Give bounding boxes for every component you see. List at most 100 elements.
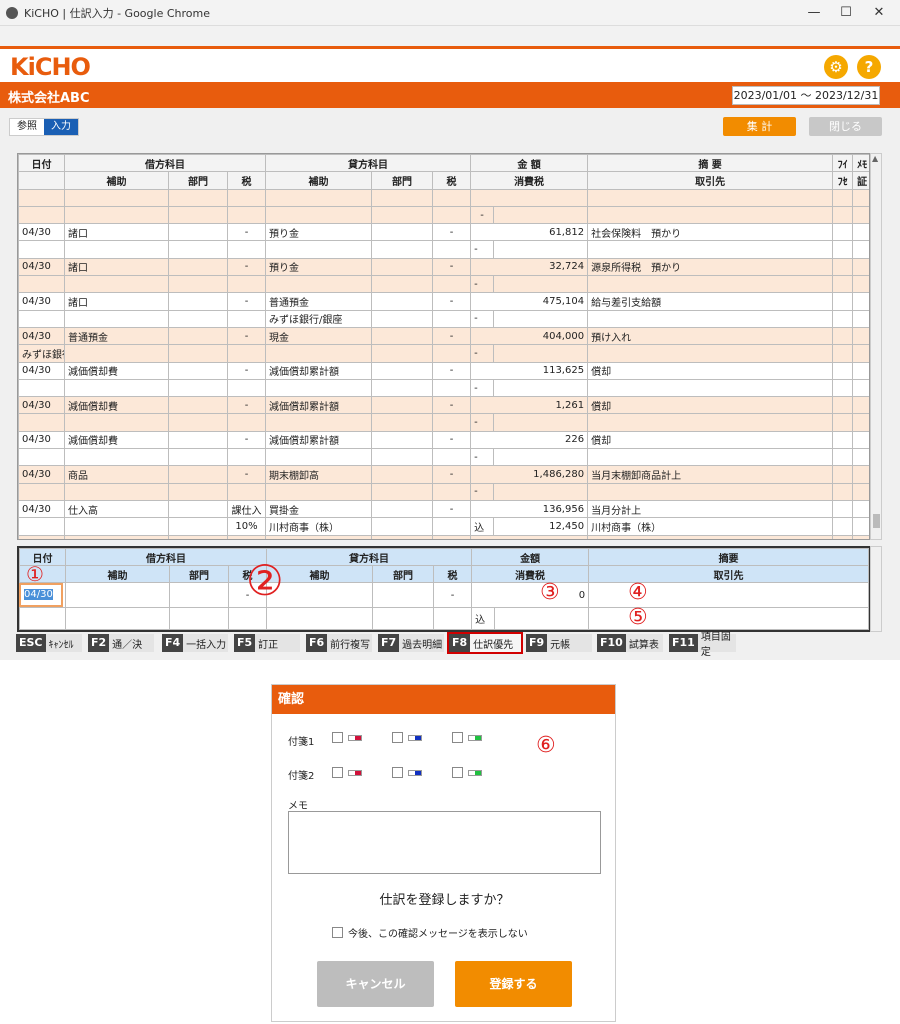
grid-cell[interactable]: 預り金 [265, 223, 373, 242]
grid-cell[interactable]: - [470, 344, 495, 363]
grid-cell[interactable] [18, 188, 65, 207]
grid-cell[interactable] [832, 378, 854, 398]
grid-cell[interactable] [265, 448, 373, 467]
grid-cell[interactable] [168, 517, 228, 536]
table-row[interactable]: 04/30 商品 - 期末棚卸高 -1,486,280 当月末棚卸商品計上 [18, 465, 869, 484]
fkey-f10[interactable]: F10 試算表 [597, 634, 663, 652]
grid-cell[interactable] [493, 309, 589, 328]
grid-cell[interactable]: 社会保険料 預かり [587, 223, 834, 242]
maximize-button[interactable]: ☐ [829, 0, 863, 26]
grid-cell[interactable] [168, 309, 228, 328]
fkey-f7[interactable]: F7 過去明細 [378, 634, 444, 652]
grid-cell[interactable] [832, 499, 854, 519]
grid-cell[interactable] [371, 430, 434, 450]
entry-date-input[interactable]: 04/30 [19, 583, 63, 607]
grid-cell[interactable] [371, 223, 434, 242]
grid-cell[interactable] [64, 205, 169, 225]
grid-cell[interactable] [832, 223, 854, 242]
entry-amount[interactable]: 0 [471, 582, 590, 608]
grid-cell[interactable] [64, 309, 169, 328]
grid-cell[interactable] [587, 448, 834, 467]
grid-cell[interactable]: - [470, 275, 495, 294]
entry-debit-sub[interactable] [65, 607, 170, 630]
grid-cell[interactable] [852, 430, 869, 450]
grid-cell[interactable]: - [432, 292, 472, 311]
grid-cell[interactable] [371, 448, 434, 467]
fkey-f4[interactable]: F4 一括入力 [162, 634, 228, 652]
fkey-f8[interactable]: F8 仕訳優先 [447, 632, 523, 654]
grid-cell[interactable] [832, 188, 854, 207]
grid-cell[interactable] [265, 482, 373, 501]
tag1-red-checkbox[interactable] [332, 732, 343, 743]
grid-cell[interactable] [852, 413, 869, 432]
grid-cell[interactable] [832, 275, 854, 294]
grid-cell[interactable] [832, 413, 854, 432]
grid-cell[interactable] [18, 448, 65, 467]
grid-cell[interactable]: 04/30 [18, 499, 65, 519]
grid-cell[interactable]: 源泉所得税 預かり [587, 257, 834, 277]
grid-cell[interactable]: - [226, 257, 267, 277]
grid-cell[interactable] [852, 257, 869, 277]
grid-cell[interactable] [371, 517, 434, 536]
scroll-up-icon[interactable]: ▲ [872, 154, 878, 163]
grid-cell[interactable] [18, 517, 65, 536]
table-row[interactable]: - [18, 205, 869, 225]
grid-cell[interactable] [226, 344, 267, 363]
grid-cell[interactable] [832, 292, 854, 311]
grid-cell[interactable] [852, 482, 869, 501]
entry-tax-amount[interactable] [494, 607, 590, 630]
grid-cell[interactable] [371, 361, 434, 380]
grid-cell[interactable] [18, 309, 65, 328]
grid-cell[interactable]: 136,956 [470, 499, 589, 519]
grid-cell[interactable] [587, 240, 834, 259]
grid-cell[interactable]: 1,486,280 [470, 465, 589, 484]
grid-cell[interactable]: 減価償却費 [64, 430, 169, 450]
tag1-red[interactable] [332, 732, 362, 743]
grid-cell[interactable] [168, 378, 228, 398]
table-row[interactable]: 04/30 減価償却費 - 減価償却累計額 -1,261 償却 [18, 396, 869, 415]
grid-cell[interactable] [64, 188, 169, 207]
grid-cell[interactable] [832, 205, 854, 225]
grid-cell[interactable] [18, 205, 65, 225]
grid-cell[interactable] [832, 326, 854, 346]
grid-cell[interactable] [371, 257, 434, 277]
table-row[interactable]: - [18, 482, 869, 501]
entry-credit-sub-dept[interactable] [372, 607, 435, 630]
grid-cell[interactable]: 普通預金 [265, 292, 373, 311]
tag1-green-checkbox[interactable] [452, 732, 463, 743]
grid-cell[interactable]: 期末棚卸高 [265, 465, 373, 484]
grid-cell[interactable] [493, 448, 589, 467]
grid-cell[interactable]: 04/30 [18, 257, 65, 277]
grid-cell[interactable]: みずほ銀行/銀座 [265, 309, 373, 328]
grid-cell[interactable]: 普通預金 [64, 326, 169, 346]
grid-cell[interactable]: 当月分計上 [587, 499, 834, 519]
grid-cell[interactable] [852, 448, 869, 467]
grid-cell[interactable]: - [226, 465, 267, 484]
grid-cell[interactable] [852, 465, 869, 484]
grid-cell[interactable]: - [470, 309, 495, 328]
grid-cell[interactable] [168, 326, 228, 346]
grid-cell[interactable]: 113,625 [470, 361, 589, 380]
grid-cell[interactable] [832, 309, 854, 328]
grid-cell[interactable]: - [432, 257, 472, 277]
tag2-blue-checkbox[interactable] [392, 767, 403, 778]
table-row[interactable]: 10% 川村商事（株）込 12,450 川村商事（株） [18, 517, 869, 536]
grid-cell[interactable] [852, 378, 869, 398]
dont-show-checkbox[interactable] [332, 927, 343, 938]
entry-credit-dept[interactable] [372, 582, 435, 608]
grid-cell[interactable] [852, 309, 869, 328]
grid-cell[interactable] [168, 534, 228, 539]
grid-cell[interactable] [432, 482, 472, 501]
grid-cell[interactable] [265, 275, 373, 294]
grid-scrollbar[interactable]: ▲ [870, 153, 882, 540]
fkey-f11[interactable]: F11 項目固定 [669, 632, 736, 658]
grid-cell[interactable] [18, 275, 65, 294]
grid-cell[interactable] [168, 430, 228, 450]
grid-cell[interactable] [168, 413, 228, 432]
grid-cell[interactable] [226, 309, 267, 328]
tag1-blue[interactable] [392, 732, 422, 743]
grid-cell[interactable]: 32,724 [470, 257, 589, 277]
grid-cell[interactable] [852, 275, 869, 294]
register-button[interactable]: 登録する [455, 961, 572, 1007]
grid-cell[interactable] [168, 499, 228, 519]
